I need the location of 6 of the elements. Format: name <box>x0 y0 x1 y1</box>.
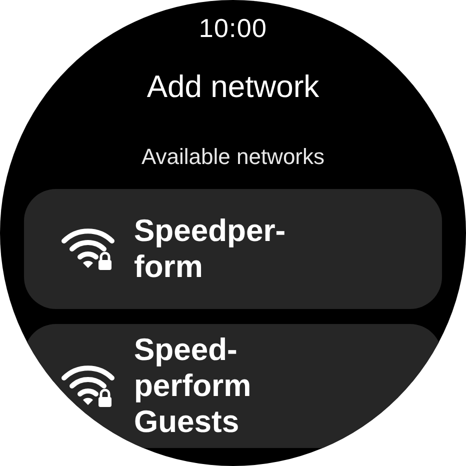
network-name: Speedper- form <box>134 213 286 285</box>
screen-title: Add network <box>146 68 320 106</box>
clock-time: 10:00 <box>198 12 268 44</box>
section-label: Available networks <box>141 143 325 171</box>
network-name: Speed- perform Guests <box>134 332 252 440</box>
network-item[interactable]: Speedper- form <box>24 189 442 309</box>
